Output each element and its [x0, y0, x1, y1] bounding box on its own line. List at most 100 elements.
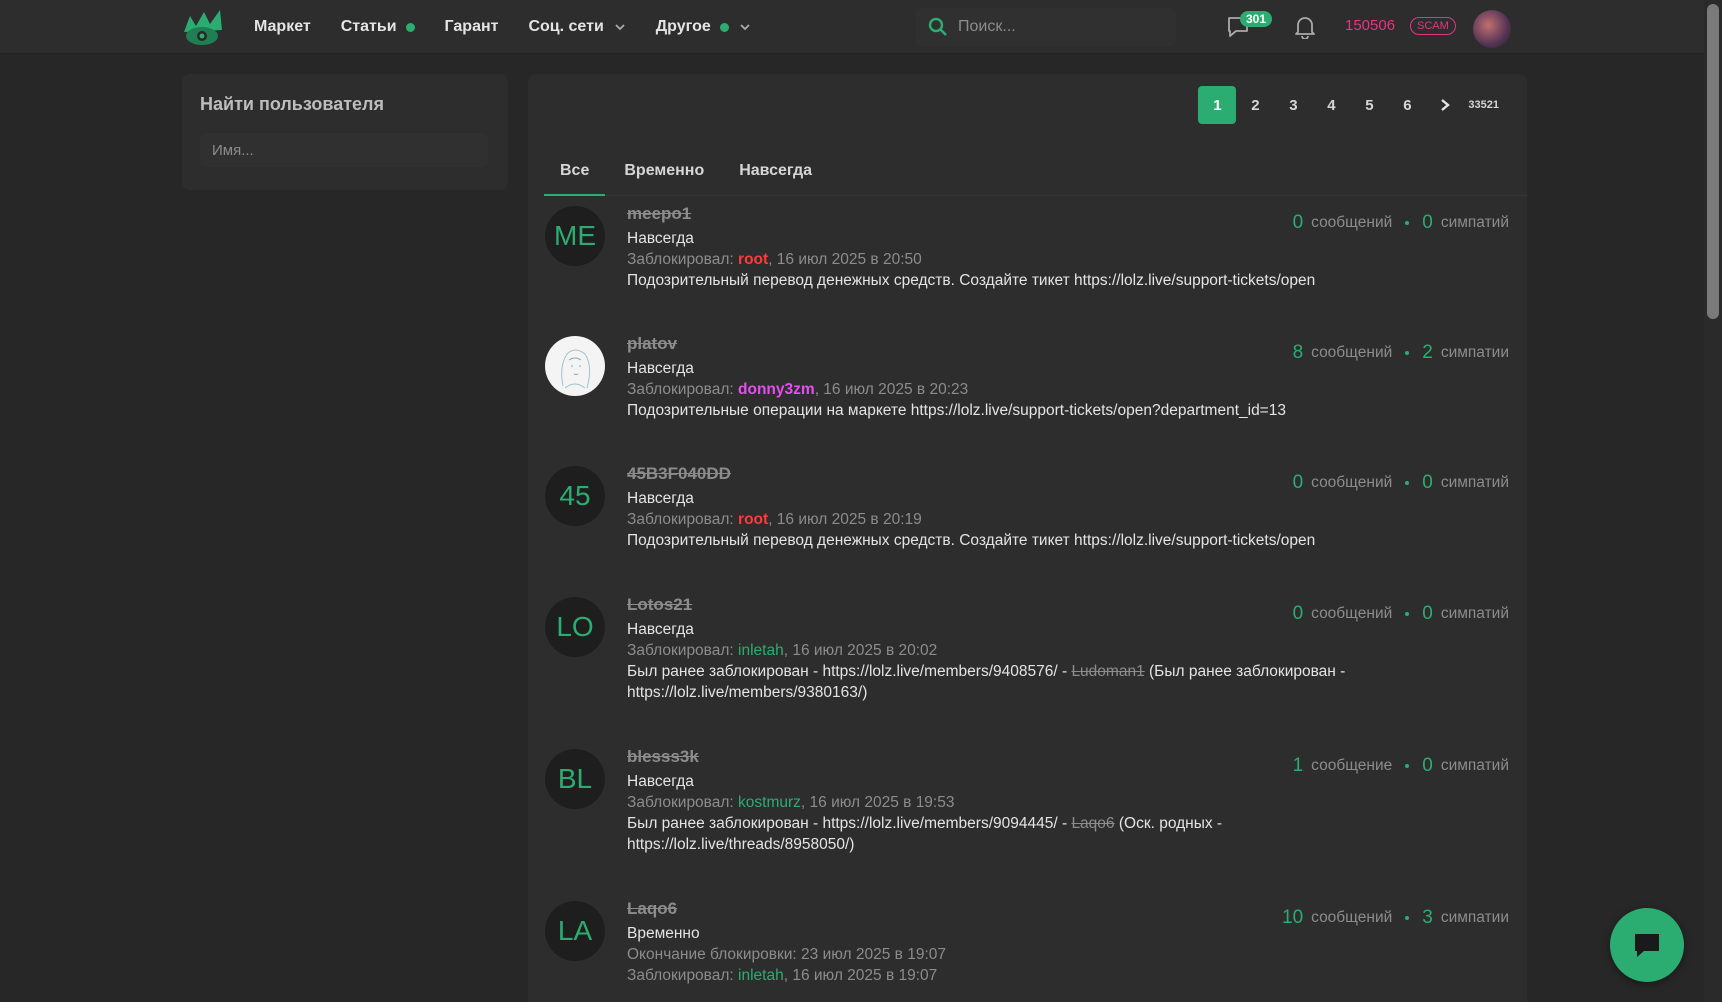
scam-badge: SCAM [1410, 17, 1456, 35]
banned-user-link[interactable]: Ludoman1 [1071, 663, 1144, 680]
list-item: BL blesss3k Навсегда Заблокировал: kostm… [528, 747, 1527, 899]
likes-label: симпатий [1440, 605, 1509, 622]
list-item: ME meepo1 Навсегда Заблокировал: root, 1… [528, 204, 1527, 334]
user-avatar[interactable] [1473, 10, 1511, 48]
avatar[interactable]: 45 [545, 466, 605, 526]
blocked-by-line: Заблокировал: root, 16 июл 2025 в 20:19 [627, 509, 1509, 530]
chevron-down-icon [615, 24, 625, 31]
user-stats: 10 сообщений 3 симпатии [1282, 907, 1509, 929]
moderator-link[interactable]: kostmurz [738, 794, 801, 811]
page-last[interactable]: 33521 [1468, 99, 1499, 111]
bell-icon[interactable] [1294, 15, 1316, 39]
nav-label: Маркет [254, 18, 311, 35]
moderator-link[interactable]: root [738, 511, 768, 528]
page-1[interactable]: 1 [1198, 86, 1237, 124]
username-link[interactable]: meepo1 [627, 204, 691, 224]
username-link[interactable]: Lotos21 [627, 595, 692, 615]
moderator-link[interactable]: inletah [738, 967, 784, 984]
avatar[interactable]: LA [545, 901, 605, 961]
separator-dot [1405, 481, 1410, 485]
username-input[interactable] [200, 133, 488, 167]
blocked-label: Заблокировал: [627, 967, 734, 984]
ban-end-date: 23 июл 2025 в 19:07 [801, 946, 946, 963]
blocked-label: Заблокировал: [627, 511, 734, 528]
avatar[interactable]: ME [545, 206, 605, 266]
page-5[interactable]: 5 [1350, 86, 1388, 124]
username-link[interactable]: blesss3k [627, 747, 699, 767]
username-link[interactable]: 45B3F040DD [627, 464, 731, 484]
scrollbar-thumb[interactable] [1707, 4, 1719, 319]
page-6[interactable]: 6 [1388, 86, 1426, 124]
avatar[interactable] [545, 336, 605, 396]
chat-button[interactable] [1610, 908, 1684, 982]
separator-dot [1405, 221, 1410, 225]
page-2[interactable]: 2 [1236, 86, 1274, 124]
likes-count: 3 [1422, 907, 1433, 928]
tab-temporary[interactable]: Временно [608, 144, 720, 195]
list-item: platov Навсегда Заблокировал: donny3zm, … [528, 334, 1527, 464]
nav-label: Статьи [340, 18, 397, 35]
separator-dot [1405, 764, 1410, 768]
ban-tabs: Все Временно Навсегда [544, 144, 1527, 196]
anime-avatar-icon [561, 349, 591, 389]
nav-item-articles[interactable]: Статьи [341, 18, 415, 36]
list-item: 45 45B3F040DD Навсегда Заблокировал: roo… [528, 464, 1527, 595]
ban-reason: Подозрительный перевод денежных средств.… [627, 532, 1316, 549]
user-stats: 8 сообщений 2 симпатии [1293, 342, 1509, 364]
likes-count: 0 [1422, 755, 1433, 776]
moderator-link[interactable]: inletah [738, 642, 784, 659]
search-input[interactable] [958, 18, 1158, 36]
ban-date: , 16 июл 2025 в 19:53 [800, 794, 955, 811]
nav-item-guarantor[interactable]: Гарант [445, 18, 499, 36]
page-4[interactable]: 4 [1312, 86, 1350, 124]
likes-count: 0 [1422, 212, 1433, 233]
ban-reason: Был ранее заблокирован - https://lolz.li… [627, 661, 1447, 703]
username-link[interactable]: Laqo6 [627, 899, 677, 919]
main-nav: Маркет Статьи Гарант Соц. сети Другое [254, 0, 781, 54]
blocked-label: Заблокировал: [627, 381, 734, 398]
avatar[interactable]: LO [545, 597, 605, 657]
moderator-link[interactable]: root [738, 251, 768, 268]
nav-item-social[interactable]: Соц. сети [528, 18, 625, 36]
separator-dot [1405, 916, 1410, 920]
user-stats: 0 сообщений 0 симпатий [1293, 212, 1509, 234]
next-page-button[interactable] [1426, 86, 1464, 124]
ban-date: , 16 июл 2025 в 20:02 [783, 642, 938, 659]
moderator-link[interactable]: donny3zm [738, 381, 815, 398]
nav-label: Гарант [444, 18, 499, 35]
avatar[interactable]: BL [545, 749, 605, 809]
ban-date: , 16 июл 2025 в 20:50 [768, 251, 922, 268]
nav-label: Соц. сети [528, 18, 604, 35]
nav-label: Другое [655, 18, 711, 35]
likes-count: 2 [1422, 342, 1433, 363]
messages-count: 10 [1282, 907, 1304, 928]
balance-value[interactable]: 150506 [1345, 17, 1395, 34]
user-stats: 0 сообщений 0 симпатий [1293, 472, 1509, 494]
blocked-by-line: Заблокировал: kostmurz, 16 июл 2025 в 19… [627, 792, 1509, 813]
blocked-label: Заблокировал: [627, 251, 734, 268]
messages-count: 8 [1292, 342, 1304, 363]
ban-reason: Подозрительный перевод денежных средств.… [627, 272, 1316, 289]
likes-count: 0 [1422, 603, 1433, 624]
logo-icon[interactable] [180, 8, 226, 48]
search-box[interactable] [916, 8, 1176, 46]
nav-item-market[interactable]: Маркет [254, 18, 311, 36]
tab-all[interactable]: Все [544, 144, 606, 196]
likes-label: симпатии [1440, 344, 1509, 361]
ban-list: ME meepo1 Навсегда Заблокировал: root, 1… [528, 204, 1527, 1002]
messages-count: 0 [1292, 212, 1304, 233]
nav-item-other[interactable]: Другое [656, 18, 751, 36]
banned-user-link[interactable]: Laqo6 [1071, 815, 1114, 832]
username-link[interactable]: platov [627, 334, 677, 354]
likes-count: 0 [1422, 472, 1433, 493]
likes-label: симпатий [1440, 474, 1509, 491]
ban-date: , 16 июл 2025 в 19:07 [783, 967, 938, 984]
chevron-right-icon [1441, 99, 1451, 111]
messages-count: 1 [1292, 755, 1304, 776]
page-3[interactable]: 3 [1274, 86, 1312, 124]
ban-reason: Подозрительные операции на маркете https… [627, 402, 1286, 419]
bans-panel: 1 2 3 4 5 6 33521 Все Временно Навсегда … [528, 74, 1527, 1002]
tab-permanent[interactable]: Навсегда [723, 144, 828, 195]
blocked-by-line: Заблокировал: inletah, 16 июл 2025 в 19:… [627, 965, 1509, 986]
ban-end-label: Окончание блокировки: [627, 946, 797, 963]
